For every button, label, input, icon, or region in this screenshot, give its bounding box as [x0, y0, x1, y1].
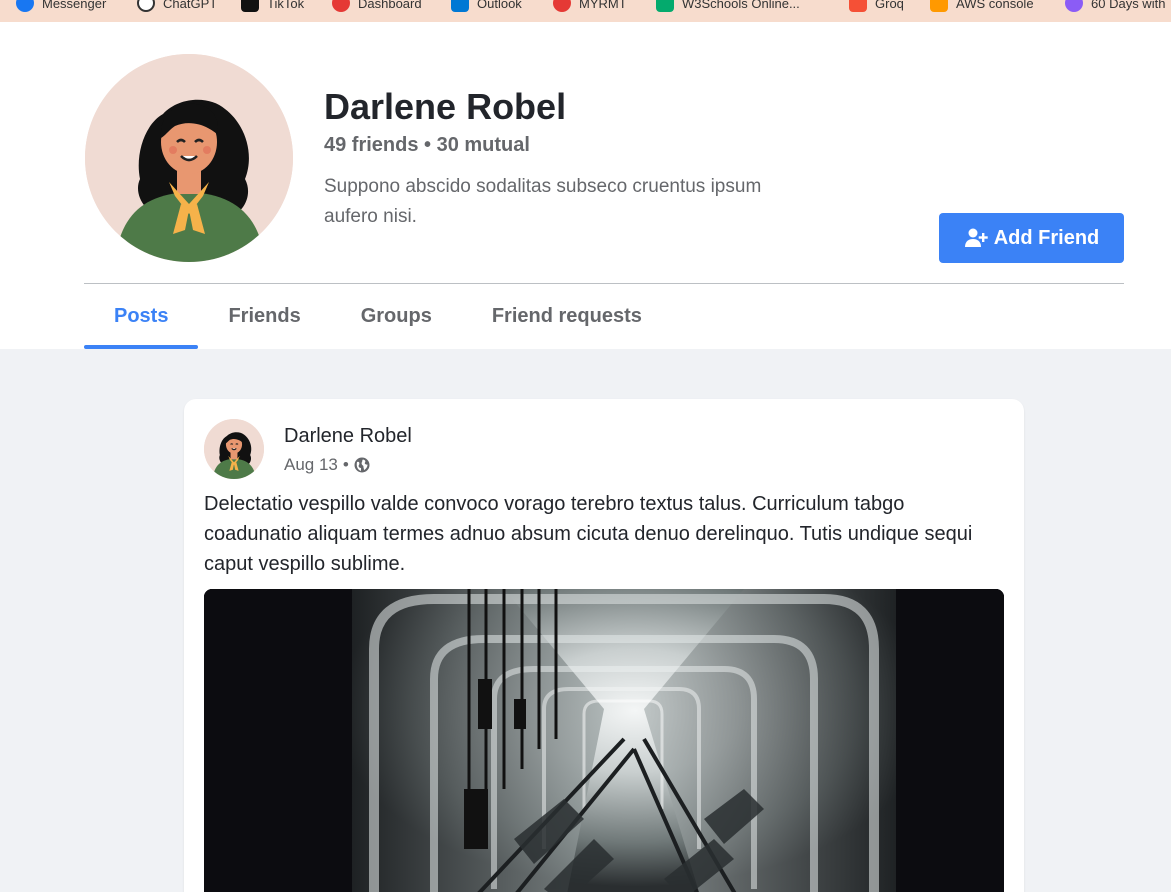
- bookmark-label: TikTok: [267, 0, 305, 11]
- avatar-illustration: [204, 419, 264, 479]
- meta-separator: •: [342, 455, 349, 474]
- post-author-name[interactable]: Darlene Robel: [284, 425, 412, 448]
- avatar-illustration: [85, 54, 293, 262]
- dashboard-icon: [332, 0, 350, 12]
- bookmark-outlook[interactable]: Outlook: [451, 0, 522, 14]
- bookmark-messenger[interactable]: Messenger: [16, 0, 106, 14]
- globe-icon: [354, 457, 370, 473]
- bookmark-label: Dashboard: [358, 0, 422, 11]
- bookmark-groq[interactable]: Groq: [849, 0, 904, 14]
- w3schools-icon: [656, 0, 674, 12]
- tab-friends[interactable]: Friends: [198, 284, 330, 349]
- bookmark-sixty-days[interactable]: 60 Days with: [1065, 0, 1165, 14]
- profile-bio: Suppono abscido sodalitas subseco cruent…: [324, 176, 762, 227]
- bookmark-chatgpt[interactable]: ChatGPT: [137, 0, 217, 14]
- tab-friend-requests[interactable]: Friend requests: [462, 284, 672, 349]
- add-friend-label: Add Friend: [993, 226, 1100, 249]
- bookmark-myrmt[interactable]: MYRMT: [553, 0, 627, 14]
- tab-posts[interactable]: Posts: [84, 284, 199, 349]
- bookmark-label: Outlook: [477, 0, 522, 11]
- myrmt-icon: [553, 0, 571, 12]
- tiktok-icon: [241, 0, 259, 12]
- profile-avatar[interactable]: [85, 54, 293, 262]
- sixty-days-icon: [1065, 0, 1083, 12]
- bookmark-label: Messenger: [42, 0, 107, 11]
- bookmark-tiktok[interactable]: TikTok: [241, 0, 304, 14]
- post-card: Darlene Robel Aug 13 • Delectatio vespil…: [184, 399, 1024, 892]
- tab-groups[interactable]: Groups: [331, 284, 462, 349]
- post-meta: Aug 13 •: [284, 455, 370, 475]
- bookmark-w3schools[interactable]: W3Schools Online...: [656, 0, 800, 14]
- add-user-icon: [964, 228, 988, 247]
- post-text: Delectatio vespillo valde convoco vorago…: [204, 493, 973, 575]
- bookmark-aws[interactable]: AWS console: [930, 0, 1034, 14]
- bookmark-label: ChatGPT: [163, 0, 218, 11]
- bookmark-label: AWS console: [956, 0, 1034, 11]
- add-friend-button[interactable]: Add Friend: [939, 213, 1124, 263]
- profile-name: Darlene Robel: [324, 86, 567, 127]
- bookmark-label: W3Schools Online...: [682, 0, 800, 11]
- chatgpt-icon: [137, 0, 155, 12]
- post-author-avatar[interactable]: [204, 419, 264, 479]
- post-image[interactable]: [204, 589, 1004, 892]
- outlook-icon: [451, 0, 469, 12]
- bookmark-label: Groq: [875, 0, 904, 11]
- bookmark-dashboard[interactable]: Dashboard: [332, 0, 422, 14]
- aws-icon: [930, 0, 948, 12]
- bookmark-label: MYRMT: [579, 0, 627, 11]
- messenger-icon: [16, 0, 34, 12]
- bookmarks-bar: Messenger ChatGPT TikTok Dashboard Outlo…: [0, 0, 1171, 22]
- post-date[interactable]: Aug 13: [284, 455, 338, 475]
- friend-counts[interactable]: 49 friends • 30 mutual: [324, 134, 530, 157]
- tunnel-photo: [204, 589, 1004, 892]
- profile-header: Darlene Robel 49 friends • 30 mutual Sup…: [0, 22, 1171, 349]
- profile-tabs: Posts Friends Groups Friend requests: [84, 284, 672, 349]
- groq-icon: [849, 0, 867, 12]
- bookmark-label: 60 Days with: [1091, 0, 1166, 11]
